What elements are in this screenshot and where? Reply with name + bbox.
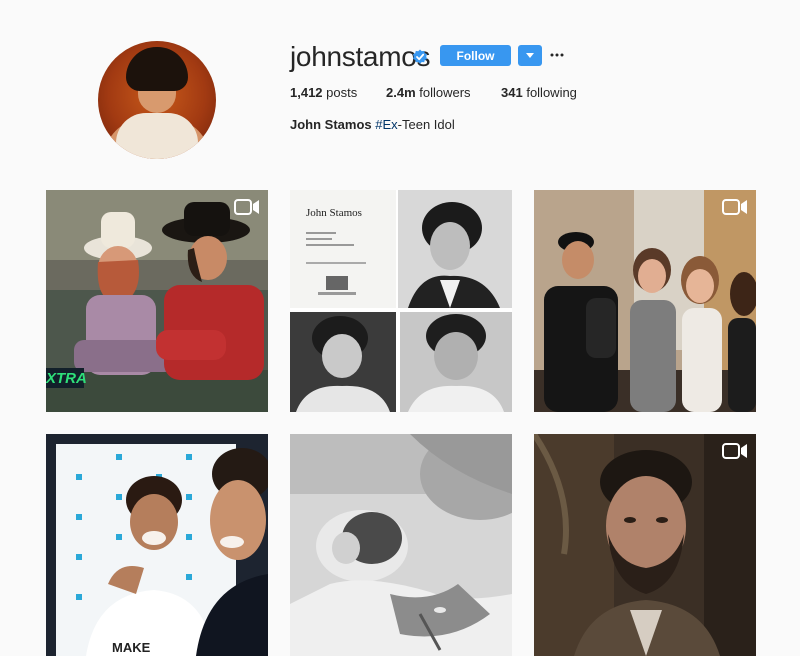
following-label: following	[526, 85, 577, 100]
video-camera-icon	[722, 443, 747, 459]
post-image: John Stamos	[290, 190, 512, 412]
bio-text: -Teen Idol	[397, 117, 455, 132]
more-options-icon[interactable]	[550, 48, 564, 62]
stat-posts: 1,412 posts	[290, 85, 357, 101]
post-tile[interactable]	[534, 190, 756, 412]
avatar-hair	[126, 47, 188, 91]
verified-badge-icon	[413, 49, 427, 64]
suggestions-dropdown-button[interactable]	[518, 45, 542, 66]
video-camera-icon	[234, 199, 259, 215]
post-tile[interactable]	[290, 434, 512, 656]
post-image	[534, 190, 756, 412]
post-tile[interactable]: John Stamos	[290, 190, 512, 412]
post-tile[interactable]: MAKE	[46, 434, 268, 656]
post-overlay-text: XTRA	[46, 370, 87, 387]
post-image	[534, 434, 756, 656]
posts-label: posts	[326, 85, 358, 100]
avatar-tank-top	[116, 113, 198, 159]
post-image: MAKE	[46, 434, 268, 656]
stat-followers[interactable]: 2.4m followers	[386, 85, 471, 101]
followers-count: 2.4m	[386, 85, 416, 100]
post-tile[interactable]	[534, 434, 756, 656]
chevron-down-icon	[526, 53, 534, 58]
profile-bio: John Stamos #Ex-Teen Idol	[290, 117, 455, 133]
post-image	[290, 434, 512, 656]
post-image: XTRA	[46, 190, 268, 412]
followers-label: followers	[419, 85, 471, 100]
stat-following[interactable]: 341 following	[501, 85, 577, 101]
post-tile[interactable]: XTRA	[46, 190, 268, 412]
bio-full-name: John Stamos	[290, 117, 372, 132]
post-overlay-text: John Stamos	[306, 207, 362, 219]
bio-hashtag-link[interactable]: #Ex	[375, 117, 397, 132]
follow-button[interactable]: Follow	[440, 45, 511, 66]
profile-username: johnstamos	[290, 41, 431, 72]
post-overlay-text: MAKE	[112, 640, 151, 655]
video-camera-icon	[722, 199, 747, 215]
following-count: 341	[501, 85, 523, 100]
posts-count: 1,412	[290, 85, 323, 100]
profile-avatar[interactable]	[98, 41, 216, 159]
